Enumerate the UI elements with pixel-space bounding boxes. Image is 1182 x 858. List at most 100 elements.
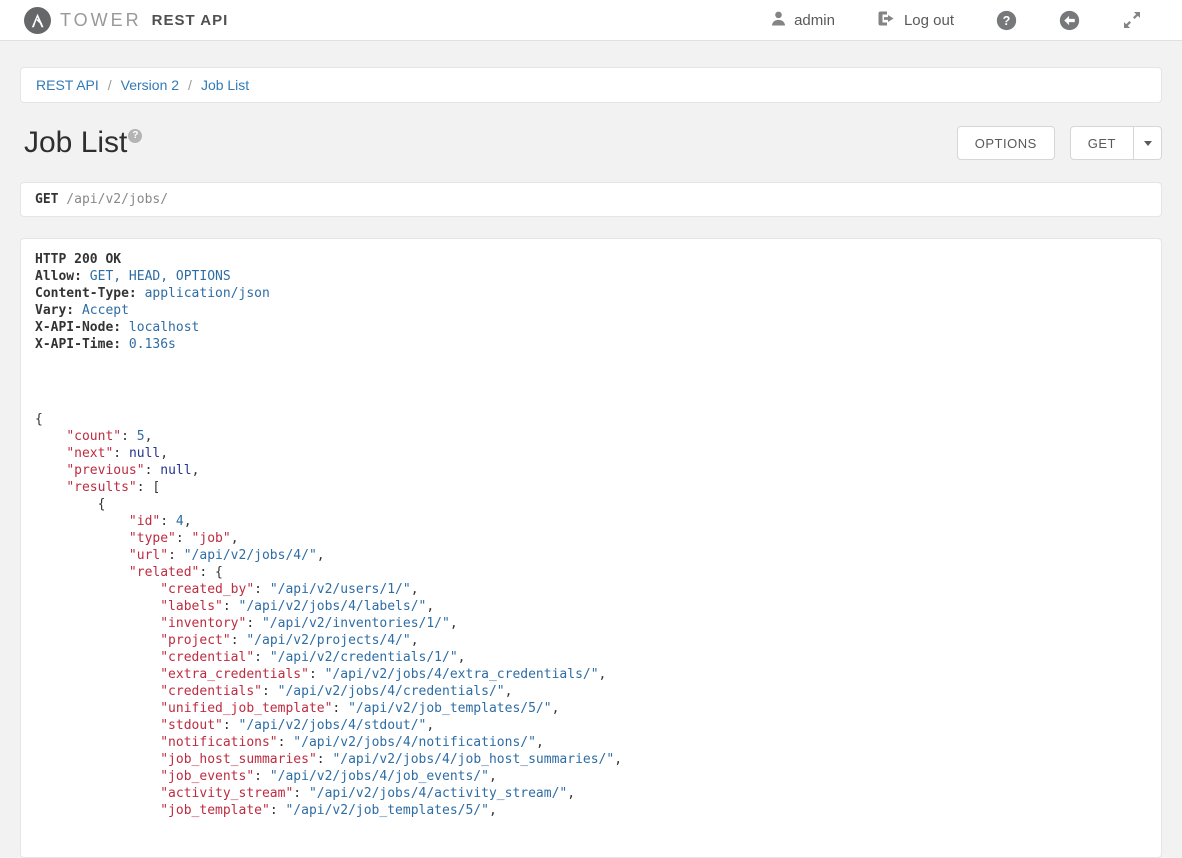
indent [35,531,129,546]
json-colon: : [199,565,215,580]
json-line: "results": [ [35,479,1147,496]
page-title-text: Job List [24,126,127,159]
json-comma: , [426,718,434,733]
indent [35,718,160,733]
api-link[interactable]: "/api/v2/jobs/4/job_host_summaries/" [332,752,614,767]
json-line: "next": null, [35,445,1147,462]
breadcrumb-item-version-2[interactable]: Version 2 [121,77,179,93]
title-help-icon: ? [128,129,142,143]
user-icon [770,10,787,31]
response-status: HTTP 200 OK [35,251,1147,268]
api-link[interactable]: "/api/v2/inventories/1/" [262,616,450,631]
get-button[interactable]: GET [1070,126,1134,160]
json-comma: , [426,599,434,614]
json-line: "id": 4, [35,513,1147,530]
api-link[interactable]: "/api/v2/jobs/4/stdout/" [239,718,427,733]
indent [35,514,129,529]
indent [35,497,98,512]
indent [35,684,160,699]
json-key: "project" [160,633,230,648]
api-link[interactable]: "/api/v2/jobs/4/job_events/" [270,769,489,784]
json-comma: , [567,786,575,801]
json-line: "credential": "/api/v2/credentials/1/", [35,649,1147,666]
indent [35,786,160,801]
json-line: "credentials": "/api/v2/jobs/4/credentia… [35,683,1147,700]
logout-button[interactable]: Log out [877,10,954,31]
api-link[interactable]: "/api/v2/jobs/4/extra_credentials/" [325,667,599,682]
breadcrumb-item-rest-api[interactable]: REST API [36,77,99,93]
json-colon: : [332,701,348,716]
json-line: { [35,411,1147,428]
options-button[interactable]: OPTIONS [957,126,1055,160]
breadcrumb-separator: / [188,77,192,93]
api-link[interactable]: "/api/v2/projects/4/" [246,633,410,648]
json-colon: : [145,463,161,478]
json-comma: , [489,803,497,818]
api-link[interactable]: "/api/v2/jobs/4/notifications/" [293,735,536,750]
api-link[interactable]: "/api/v2/users/1/" [270,582,411,597]
response-spacer [35,353,1147,411]
json-line: "notifications": "/api/v2/jobs/4/notific… [35,734,1147,751]
title-row: Job List? OPTIONS GET [20,125,1162,161]
json-comma: , [599,667,607,682]
api-link[interactable]: "/api/v2/jobs/4/" [184,548,317,563]
json-comma: , [145,429,153,444]
brand-restapi-label: REST API [152,12,229,29]
get-dropdown-button[interactable] [1134,126,1162,160]
api-link[interactable]: "/api/v2/job_templates/5/" [285,803,489,818]
json-comma: , [184,514,192,529]
indent [35,650,160,665]
json-key: "stdout" [160,718,223,733]
response-body: { "count": 5, "next": null, "previous": … [35,411,1147,819]
header-value: localhost [121,320,199,335]
header-name: Content-Type: [35,286,137,301]
json-line: "type": "job", [35,530,1147,547]
json-comma: , [505,684,513,699]
api-link[interactable]: "/api/v2/jobs/4/labels/" [239,599,427,614]
json-comma: , [411,633,419,648]
json-colon: : [254,769,270,784]
json-key: "labels" [160,599,223,614]
user-menu[interactable]: admin [770,10,835,31]
indent [35,548,129,563]
api-link[interactable]: "/api/v2/job_templates/5/" [348,701,552,716]
json-key: "activity_stream" [160,786,293,801]
topbar-actions: admin Log out ? [770,10,1142,31]
json-comma: , [552,701,560,716]
json-colon: : [223,718,239,733]
svg-text:?: ? [1003,13,1011,27]
expand-button[interactable] [1122,10,1142,30]
api-link[interactable]: "/api/v2/jobs/4/activity_stream/" [309,786,567,801]
help-button[interactable]: ? [996,10,1017,31]
json-colon: : [121,429,137,444]
json-comma: , [614,752,622,767]
json-null: null [160,463,191,478]
json-key: "next" [66,446,113,461]
brand-tower-label: TOWER [60,10,142,31]
json-line: "project": "/api/v2/projects/4/", [35,632,1147,649]
back-button[interactable] [1059,10,1080,31]
json-comma: , [231,531,239,546]
request-bar: GET /api/v2/jobs/ [20,182,1162,217]
header-value: application/json [137,286,270,301]
json-line: "count": 5, [35,428,1147,445]
json-punct: { [215,565,223,580]
breadcrumb-item-job-list[interactable]: Job List [201,77,249,93]
api-link[interactable]: "/api/v2/credentials/1/" [270,650,458,665]
json-comma: , [192,463,200,478]
json-comma: , [160,446,168,461]
api-link[interactable]: "/api/v2/jobs/4/credentials/" [278,684,505,699]
json-line: "related": { [35,564,1147,581]
json-line: "created_by": "/api/v2/users/1/", [35,581,1147,598]
header-name: X-API-Node: [35,320,121,335]
indent [35,735,160,750]
json-comma: , [536,735,544,750]
json-colon: : [270,803,286,818]
header-name: Allow: [35,269,82,284]
json-key: "count" [66,429,121,444]
indent [35,480,66,495]
json-null: null [129,446,160,461]
json-line: "job_template": "/api/v2/job_templates/5… [35,802,1147,819]
json-colon: : [293,786,309,801]
topbar: TOWER REST API admin Log out [0,0,1182,41]
